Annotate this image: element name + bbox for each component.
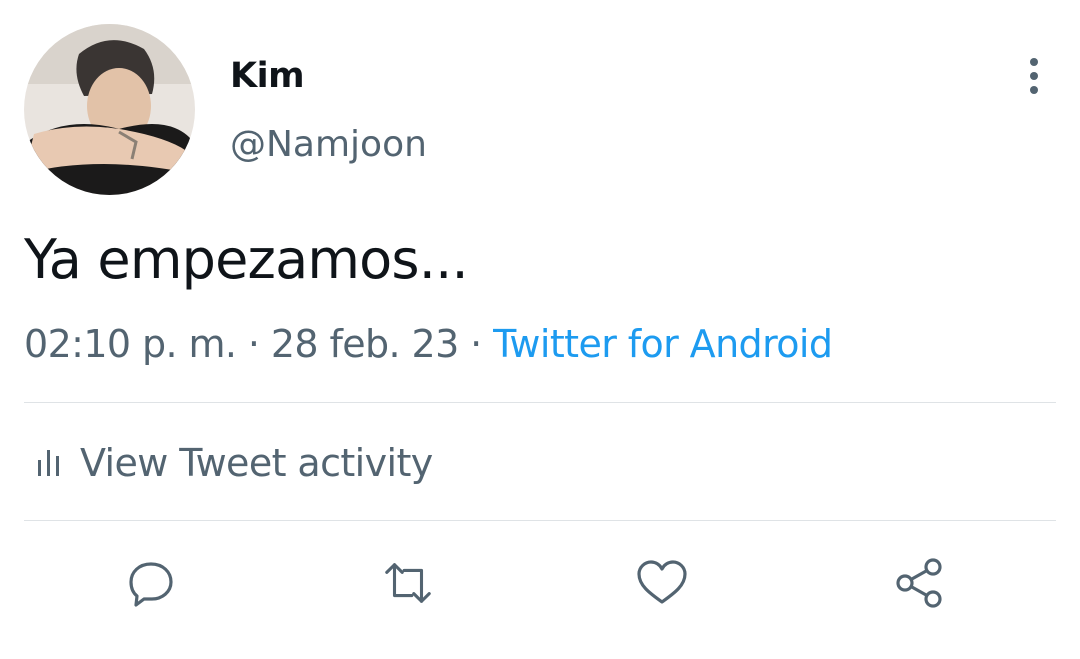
tweet-date[interactable]: 28 feb. 23 [271,322,459,366]
share-button[interactable] [893,556,947,610]
meta-separator: · [470,322,482,366]
tweet-meta: 02:10 p. m. · 28 feb. 23 · Twitter for A… [24,322,833,366]
like-icon [637,560,687,604]
tweet-text: Ya empezamos... [24,228,469,291]
tweet-source[interactable]: Twitter for Android [493,322,833,366]
author-handle[interactable]: @Namjoon [230,124,427,165]
divider [24,402,1056,403]
retweet-icon [385,563,431,603]
divider [24,520,1056,521]
reply-icon [129,562,173,607]
tweet-time[interactable]: 02:10 p. m. [24,322,237,366]
retweet-button[interactable] [381,556,435,610]
meta-separator: · [247,322,260,366]
author-name[interactable]: Kim [230,56,305,96]
like-button[interactable] [635,556,689,610]
more-vertical-icon [1030,58,1038,94]
reply-button[interactable] [124,556,178,610]
share-icon [896,558,942,608]
profile-photo [24,24,195,195]
bar-chart-icon [38,450,59,476]
avatar[interactable] [24,24,195,195]
view-tweet-activity-button[interactable]: View Tweet activity [24,438,433,488]
view-tweet-activity-label: View Tweet activity [80,441,433,485]
more-options-button[interactable] [1014,56,1054,96]
